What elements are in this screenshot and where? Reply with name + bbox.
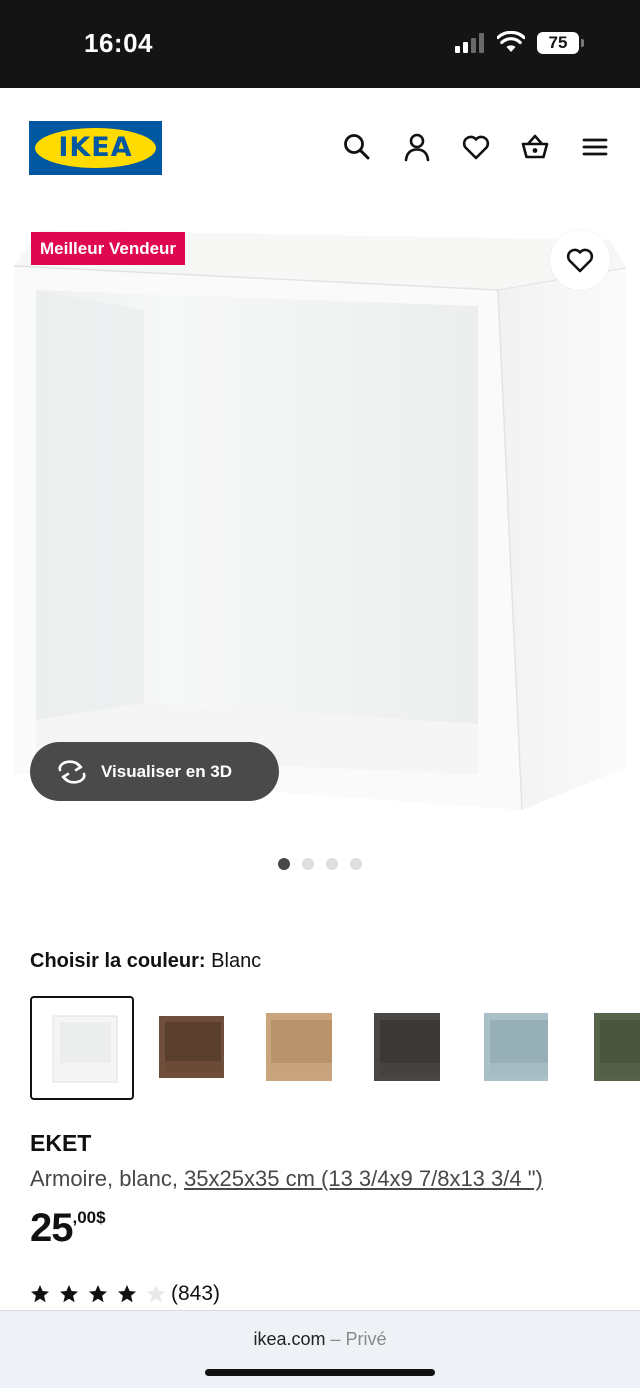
star-filled-icon: [89, 1285, 107, 1303]
color-swatch-walnut[interactable]: [138, 996, 242, 1100]
battery-nub: [581, 39, 584, 47]
carousel-dot[interactable]: [350, 858, 362, 870]
browser-address-bar[interactable]: ikea.com – Privé: [0, 1310, 640, 1388]
menu-icon[interactable]: [580, 132, 610, 162]
swatch-cube: [594, 1013, 640, 1081]
rotate-3d-icon: [58, 760, 86, 784]
star-filled-icon: [31, 1285, 49, 1303]
product-dimensions-link[interactable]: 35x25x35 cm (13 3/4x9 7/8x13 3/4 "): [184, 1166, 543, 1191]
site-header: IKEA: [0, 88, 640, 208]
battery-indicator: 75: [537, 32, 579, 54]
color-swatch-dark-green[interactable]: [570, 996, 640, 1100]
swatch-cube: [52, 1015, 118, 1083]
private-mode-label: – Privé: [330, 1329, 387, 1349]
color-swatch-dark-grey[interactable]: [354, 996, 458, 1100]
shopping-basket-icon[interactable]: [520, 132, 550, 162]
logo-text: IKEA: [58, 132, 133, 163]
carousel-dot[interactable]: [278, 858, 290, 870]
status-time: 16:04: [84, 28, 153, 58]
color-swatch-oak[interactable]: [246, 996, 350, 1100]
home-indicator[interactable]: [205, 1369, 435, 1376]
product-price: 25,00$: [30, 1206, 106, 1251]
product-type: Armoire, blanc,: [30, 1166, 185, 1191]
url-domain: ikea.com: [253, 1329, 326, 1349]
account-icon[interactable]: [402, 132, 432, 162]
ikea-logo[interactable]: IKEA: [29, 121, 162, 175]
color-swatch-white[interactable]: [30, 996, 134, 1100]
view-3d-label: Visualiser en 3D: [101, 762, 233, 781]
heart-icon: [566, 248, 594, 273]
review-count: (843): [171, 1282, 221, 1305]
best-seller-badge: Meilleur Vendeur: [31, 232, 186, 265]
color-selector-heading: Choisir la couleur:: [30, 950, 206, 972]
url-display[interactable]: ikea.com – Privé: [0, 1329, 640, 1350]
star-filled-icon: [118, 1285, 136, 1303]
product-image-carousel[interactable]: Meilleur Vendeur Visualiser en 3D: [0, 208, 640, 838]
swatch-cube: [484, 1013, 548, 1081]
carousel-dot[interactable]: [326, 858, 338, 870]
status-bar: 16:04 75: [0, 0, 640, 88]
view-3d-button[interactable]: Visualiser en 3D: [30, 742, 279, 801]
swatch-cube: [159, 1016, 224, 1078]
wifi-icon: [497, 31, 525, 52]
cellular-signal-icon: [455, 33, 484, 53]
color-selector-label: Choisir la couleur: Blanc: [30, 950, 261, 973]
search-icon[interactable]: [342, 132, 372, 162]
favorite-button[interactable]: [550, 230, 610, 290]
swatch-cube: [266, 1013, 332, 1081]
product-name: EKET: [30, 1130, 92, 1156]
product-description: Armoire, blanc, 35x25x35 cm (13 3/4x9 7/…: [30, 1166, 543, 1192]
color-swatch-light-blue[interactable]: [462, 996, 566, 1100]
price-decimal: ,00$: [72, 1208, 106, 1227]
swatch-cube: [374, 1013, 440, 1081]
carousel-dot[interactable]: [302, 858, 314, 870]
price-integer: 25: [30, 1206, 73, 1250]
star-filled-icon: [60, 1285, 78, 1303]
wishlist-heart-icon[interactable]: [461, 132, 491, 162]
selected-color-name: Blanc: [211, 950, 262, 972]
star-empty-icon: [147, 1285, 165, 1303]
